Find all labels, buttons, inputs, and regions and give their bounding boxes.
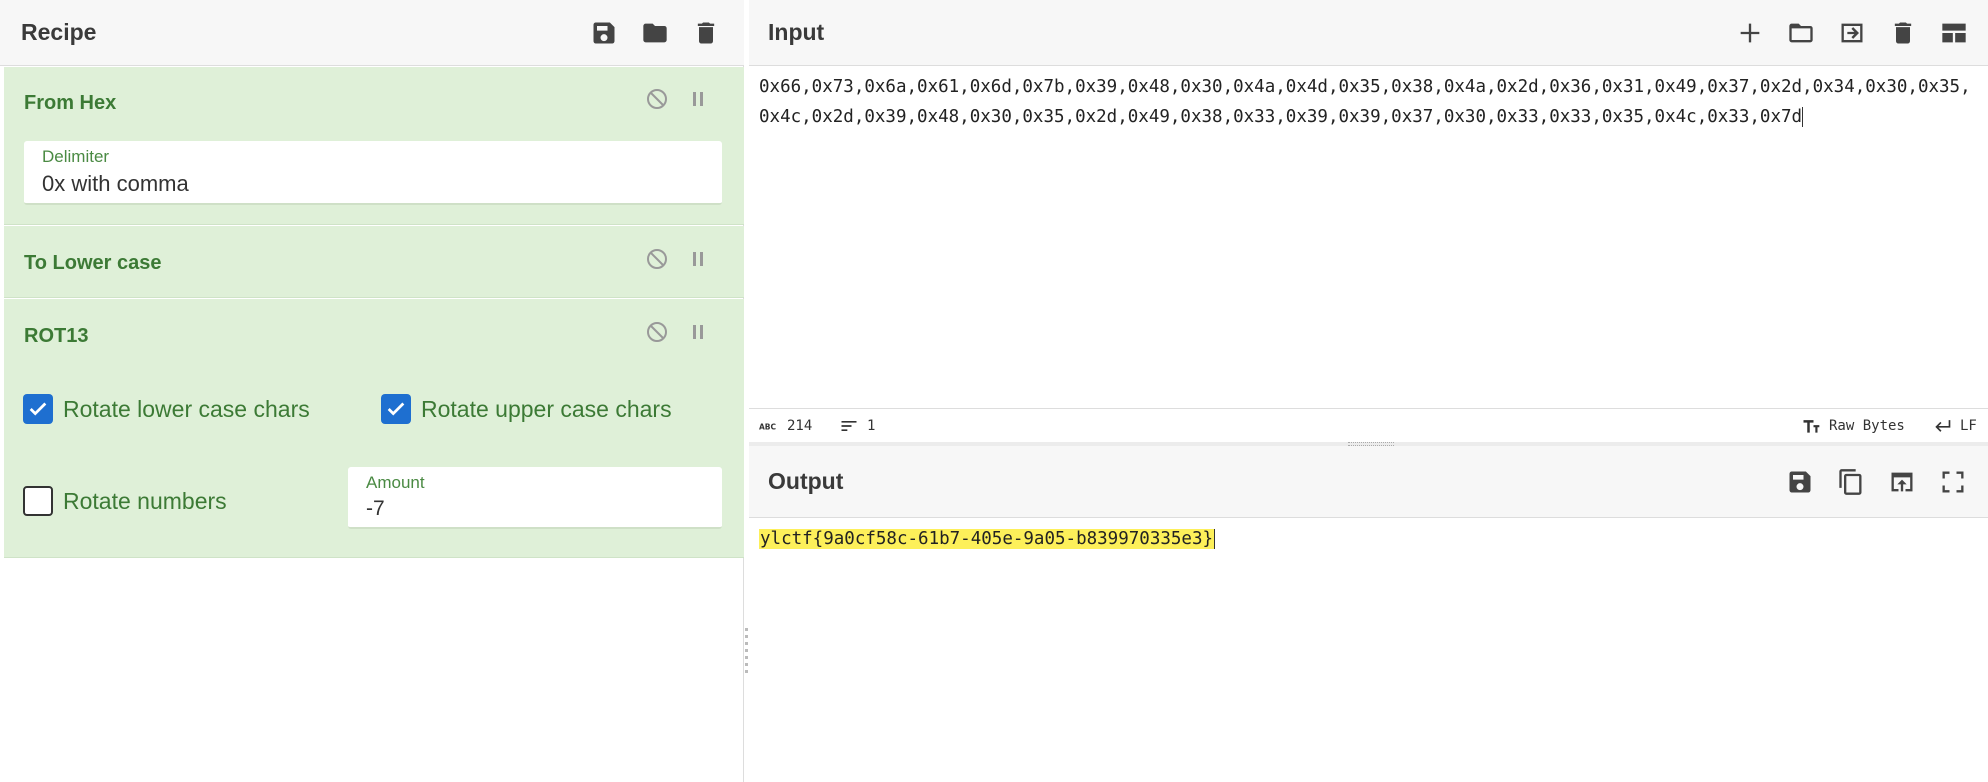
delimiter-value[interactable]: 0x with comma	[42, 171, 189, 197]
checkbox-checked[interactable]	[381, 394, 411, 424]
abc-icon: ABC	[759, 422, 777, 431]
input-text: 0x66,0x73,0x6a,0x61,0x6d,0x7b,0x39,0x48,…	[759, 77, 1971, 127]
breakpoint-button[interactable]	[685, 86, 711, 112]
input-length-value: 214	[787, 418, 813, 434]
breakpoint-button[interactable]	[685, 246, 711, 272]
text-cursor	[1214, 529, 1216, 549]
folder-icon	[1789, 23, 1813, 43]
save-icon	[1789, 471, 1811, 493]
input-lines: 1	[839, 409, 875, 443]
encoding-value: Raw Bytes	[1829, 418, 1905, 434]
replace-input-button[interactable]	[1886, 466, 1918, 498]
rotate-lower-label: Rotate lower case chars	[63, 395, 310, 422]
checkmark-icon	[387, 402, 405, 416]
rotate-numbers-checkbox[interactable]: Rotate numbers	[23, 486, 227, 516]
checkbox-unchecked[interactable]	[23, 486, 53, 516]
import-icon	[1841, 23, 1863, 43]
disable-icon	[647, 322, 667, 342]
input-textarea[interactable]: 0x66,0x73,0x6a,0x61,0x6d,0x7b,0x39,0x48,…	[759, 72, 1981, 132]
operation-title: From Hex	[24, 92, 117, 114]
delimiter-field[interactable]: Delimiter 0x with comma	[24, 141, 722, 205]
operation-to-lower-case[interactable]: To Lower case	[4, 226, 744, 298]
rotate-upper-label: Rotate upper case chars	[421, 395, 672, 422]
save-output-button[interactable]	[1784, 466, 1816, 498]
operation-title: ROT13	[24, 325, 89, 347]
rotate-lower-checkbox[interactable]: Rotate lower case chars	[23, 394, 310, 424]
input-length: ABC 214	[759, 409, 812, 443]
trash-icon	[1894, 22, 1912, 44]
breakpoint-button[interactable]	[685, 319, 711, 345]
pause-icon	[693, 325, 703, 339]
input-toolbar	[1734, 0, 1970, 66]
input-title: Input	[768, 19, 825, 45]
output-toolbar	[1784, 446, 1969, 518]
disable-operation-button[interactable]	[644, 319, 670, 345]
copy-output-button[interactable]	[1835, 466, 1867, 498]
output-header: Output	[749, 446, 1988, 518]
operation-from-hex[interactable]: From Hex Delimiter 0x with comma	[4, 67, 744, 225]
output-title: Output	[768, 468, 844, 494]
output-panel: Output ylctf{9a0cf58c-61b7-405e-9a05-b83…	[749, 446, 1988, 782]
amount-field[interactable]: Amount -7	[348, 467, 722, 529]
text-cursor	[1802, 107, 1804, 127]
open-file-button[interactable]	[1785, 17, 1817, 49]
pause-icon	[693, 252, 703, 266]
eol-selector[interactable]: LF	[1932, 409, 1977, 443]
eol-value: LF	[1960, 418, 1977, 434]
amount-value[interactable]: -7	[366, 497, 385, 521]
checkmark-icon	[29, 402, 47, 416]
input-lines-value: 1	[867, 418, 876, 434]
save-recipe-button[interactable]	[588, 17, 620, 49]
add-input-tab-button[interactable]	[1734, 17, 1766, 49]
input-status-bar: ABC 214 1 Raw Bytes LF	[749, 408, 1988, 442]
pause-icon	[693, 92, 703, 106]
recipe-toolbar	[588, 0, 722, 66]
fullscreen-icon	[1942, 471, 1964, 493]
return-icon	[1935, 420, 1951, 432]
disable-icon	[647, 249, 667, 269]
open-in-input-icon	[1891, 472, 1913, 492]
clear-recipe-button[interactable]	[690, 17, 722, 49]
operation-rot13[interactable]: ROT13 Rotate lower case chars Rotate upp…	[4, 299, 744, 558]
cyberchef-app: Recipe From Hex Delimiter 0x with comma …	[0, 0, 1988, 782]
recipe-header: Recipe	[0, 0, 744, 66]
save-icon	[593, 22, 615, 44]
clear-input-button[interactable]	[1887, 17, 1919, 49]
checkbox-checked[interactable]	[23, 394, 53, 424]
reset-layout-button[interactable]	[1938, 17, 1970, 49]
input-panel: Input 0x66,0x73,0x6a,0x61,0x6d,0x7b,0x39…	[749, 0, 1988, 444]
open-folder-button[interactable]	[1836, 17, 1868, 49]
recipe-title: Recipe	[21, 19, 97, 45]
output-textarea[interactable]: ylctf{9a0cf58c-61b7-405e-9a05-b839970335…	[759, 526, 1216, 552]
output-text: ylctf{9a0cf58c-61b7-405e-9a05-b839970335…	[759, 529, 1215, 549]
svg-text:ABC: ABC	[759, 422, 777, 431]
maximise-output-button[interactable]	[1937, 466, 1969, 498]
disable-operation-button[interactable]	[644, 246, 670, 272]
amount-label: Amount	[366, 473, 425, 492]
load-recipe-button[interactable]	[639, 17, 671, 49]
copy-icon	[1839, 469, 1862, 495]
delimiter-label: Delimiter	[42, 147, 110, 166]
recipe-panel: Recipe From Hex Delimiter 0x with comma …	[0, 0, 744, 782]
layout-icon	[1942, 23, 1966, 43]
encoding-selector[interactable]: Raw Bytes	[1801, 409, 1905, 443]
text-size-icon	[1803, 420, 1820, 433]
rotate-upper-checkbox[interactable]: Rotate upper case chars	[381, 394, 672, 424]
plus-icon	[1740, 23, 1760, 43]
operation-title: To Lower case	[24, 252, 162, 274]
trash-icon	[697, 22, 715, 44]
lines-icon	[841, 421, 857, 431]
rotate-numbers-label: Rotate numbers	[63, 487, 227, 514]
folder-icon	[643, 23, 667, 43]
disable-icon	[647, 89, 667, 109]
input-header: Input	[749, 0, 1988, 66]
disable-operation-button[interactable]	[644, 86, 670, 112]
